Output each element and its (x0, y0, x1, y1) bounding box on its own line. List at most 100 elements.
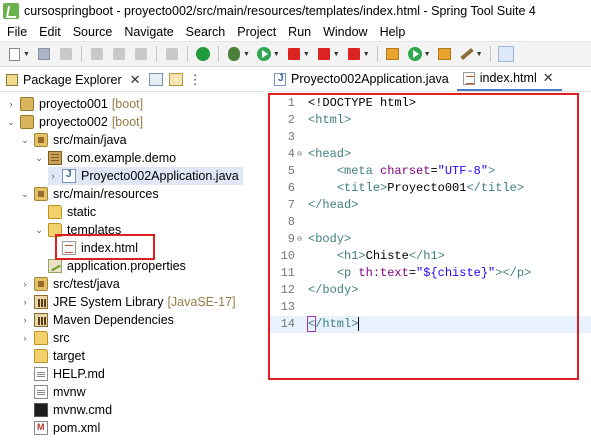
tree-item[interactable]: target (20, 347, 85, 365)
undo-button[interactable] (88, 45, 106, 63)
relaunch-button[interactable] (345, 45, 363, 63)
open-type-button[interactable] (436, 45, 454, 63)
expanded-chevron-icon[interactable]: ⌄ (6, 117, 16, 127)
java-file-icon (274, 72, 286, 86)
tree-item-label: proyecto001 (39, 97, 108, 111)
tree-item[interactable]: mvnw.cmd (20, 401, 112, 419)
stop-button[interactable] (315, 45, 333, 63)
library-icon (34, 295, 48, 309)
tree-item-label: target (53, 349, 85, 363)
search-dropdown-icon[interactable]: ▼ (476, 51, 483, 58)
collapsed-chevron-icon[interactable]: › (48, 171, 58, 181)
debug-dropdown-icon[interactable]: ▼ (243, 51, 250, 58)
tree-item[interactable]: pom.xml (20, 419, 100, 437)
collapsed-chevron-icon[interactable]: › (6, 99, 16, 109)
search-button[interactable] (458, 45, 476, 63)
view-menu-icon[interactable]: ⋮ (189, 72, 202, 88)
tree-item[interactable]: HELP.md (20, 365, 105, 383)
package-icon (48, 151, 62, 165)
collapsed-chevron-icon[interactable]: › (20, 297, 30, 307)
menu-run[interactable]: Run (281, 25, 316, 39)
package-explorer-icon (6, 73, 18, 86)
menu-navigate[interactable]: Navigate (117, 25, 178, 39)
menu-project[interactable]: Project (230, 25, 281, 39)
project-icon (20, 115, 34, 129)
tab-index-html[interactable]: index.html ✕ (456, 67, 562, 91)
tree-item-label: src/main/java (53, 133, 127, 147)
menu-help[interactable]: Help (373, 25, 411, 39)
main-toolbar: ▼ ▼ ▼ ▼ ▼ ▼ ▼ ▼ (0, 41, 591, 67)
tree-item[interactable]: › JRE System Library [JavaSE-17] (20, 293, 236, 311)
tree-item[interactable]: › src/test/java (20, 275, 120, 293)
new-file-icon (8, 47, 20, 61)
relaunch-dropdown-icon[interactable]: ▼ (363, 51, 370, 58)
menu-file[interactable]: File (0, 25, 32, 39)
tree-item-label: src (53, 331, 70, 345)
open-type-icon (438, 48, 452, 60)
expanded-chevron-icon[interactable]: ⌄ (34, 225, 44, 235)
close-icon[interactable]: ✕ (543, 70, 554, 86)
tree-item-label: application.properties (67, 259, 186, 273)
relaunch-icon (347, 48, 360, 60)
save-all-button[interactable] (57, 45, 75, 63)
open-icon (134, 48, 147, 60)
package-explorer-tab[interactable]: Package Explorer ✕ (0, 68, 141, 92)
collapsed-chevron-icon[interactable]: › (20, 333, 30, 343)
expanded-chevron-icon[interactable]: ⌄ (34, 153, 44, 163)
tree-item[interactable]: › Maven Dependencies (20, 311, 174, 329)
tree-item-decoration: [boot] (111, 97, 144, 111)
expanded-chevron-icon[interactable]: ⌄ (20, 189, 30, 199)
external-dropdown-icon[interactable]: ▼ (303, 51, 310, 58)
tree-item-label: HELP.md (53, 367, 105, 381)
xml-file-icon (34, 421, 48, 435)
tree-item[interactable]: ⌄ com.example.demo (34, 149, 176, 167)
tree-item[interactable]: static (34, 203, 96, 221)
collapsed-chevron-icon[interactable]: › (20, 279, 30, 289)
collapsed-chevron-icon[interactable]: › (20, 315, 30, 325)
menu-search[interactable]: Search (179, 25, 231, 39)
boot-dashboard-button[interactable] (194, 45, 212, 63)
folder-icon (48, 205, 62, 219)
open-button[interactable] (132, 45, 150, 63)
tree-item[interactable]: ⌄ src/main/resources (20, 185, 159, 203)
new-class-dropdown-icon[interactable]: ▼ (424, 51, 431, 58)
redo-button[interactable] (110, 45, 128, 63)
highlight-icon (497, 46, 514, 62)
tree-item-label: pom.xml (53, 421, 101, 435)
package-explorer-title: Package Explorer (23, 72, 122, 87)
collapse-all-icon[interactable] (148, 73, 163, 86)
tab-proyecto002application-java[interactable]: Proyecto002Application.java (268, 67, 457, 91)
run-dropdown-icon[interactable]: ▼ (273, 51, 280, 58)
tree-item-label: com.example.demo (67, 151, 177, 165)
new-button[interactable] (5, 45, 23, 63)
link-with-editor-icon[interactable] (168, 73, 183, 86)
package-explorer-header: Package Explorer ✕ ⋮ (0, 68, 264, 92)
run-icon (256, 47, 271, 61)
tree-item[interactable]: ⌄ src/main/java (20, 131, 127, 149)
tree-item[interactable]: › proyecto001 [boot] (6, 95, 143, 113)
expanded-chevron-icon[interactable]: ⌄ (20, 135, 30, 145)
stop-dropdown-icon[interactable]: ▼ (333, 51, 340, 58)
mark-occurrences-button[interactable] (497, 45, 515, 63)
spring-tool-suite-icon (3, 3, 19, 19)
new-dropdown-icon[interactable]: ▼ (23, 51, 30, 58)
new-project-button[interactable] (384, 45, 402, 63)
save-button[interactable] (35, 45, 53, 63)
menu-edit[interactable]: Edit (32, 25, 66, 39)
menu-window[interactable]: Window (316, 25, 372, 39)
run-external-button[interactable] (285, 45, 303, 63)
editor-tabs: Proyecto002Application.java index.html ✕ (268, 68, 591, 92)
run-button[interactable] (255, 45, 273, 63)
close-icon[interactable]: ✕ (130, 72, 141, 88)
debug-button[interactable] (225, 45, 243, 63)
tree-item[interactable]: › src (20, 329, 70, 347)
java-file-icon (62, 169, 76, 183)
new-class-button[interactable] (406, 45, 424, 63)
menu-source[interactable]: Source (66, 25, 118, 39)
tree-item[interactable]: mvnw (20, 383, 86, 401)
link-button[interactable] (163, 45, 181, 63)
tree-item[interactable]: ⌄ proyecto002 [boot] (6, 113, 143, 131)
tree-item[interactable]: › Proyecto002Application.java (48, 167, 243, 185)
